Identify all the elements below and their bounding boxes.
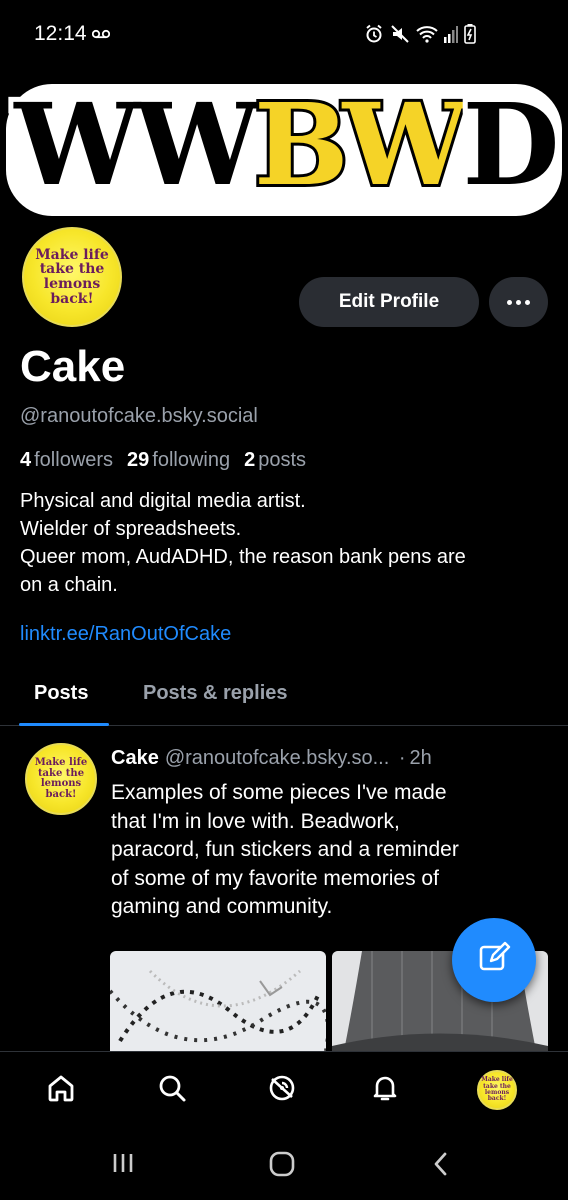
post-time: 2h bbox=[409, 747, 432, 769]
ellipsis-icon bbox=[507, 299, 530, 305]
nav-profile[interactable]: Make life take the lemons back! bbox=[475, 1068, 519, 1112]
more-options-button[interactable] bbox=[489, 277, 548, 327]
home-icon bbox=[46, 1073, 76, 1108]
post-separator: · bbox=[398, 747, 406, 769]
display-name: Cake bbox=[20, 342, 126, 391]
feeds-icon bbox=[267, 1073, 297, 1108]
posts-count: 2 bbox=[244, 449, 256, 471]
banner-text-bw: BW bbox=[254, 80, 471, 211]
profile-banner[interactable]: WWBWD bbox=[0, 70, 568, 230]
following-stat[interactable]: 29 following bbox=[127, 449, 230, 472]
post-text-line: that I'm in love with. Beadwork, bbox=[111, 809, 400, 833]
post-author-handle[interactable]: @ranoutofcake.bsky.so... bbox=[165, 747, 389, 769]
post-text-line: paracord, fun stickers and a reminder bbox=[111, 838, 459, 861]
post-author-name[interactable]: Cake bbox=[111, 747, 159, 769]
avatar-text: Make life take the lemons back! bbox=[35, 246, 109, 307]
post-text-line: gaming and community. bbox=[111, 895, 333, 918]
tab-posts-and-replies[interactable]: Posts & replies bbox=[143, 682, 288, 705]
profile-handle: @ranoutofcake.bsky.social bbox=[20, 405, 258, 427]
svg-text:WWBWD: WWBWD bbox=[13, 80, 555, 211]
alarm-icon bbox=[364, 24, 384, 49]
nav-notifications[interactable] bbox=[363, 1068, 407, 1112]
post-header: Cake @ranoutofcake.bsky.so... · 2h bbox=[111, 747, 432, 770]
voicemail-icon bbox=[91, 26, 111, 44]
posts-stat: 2 posts bbox=[244, 449, 306, 472]
following-label: following bbox=[152, 449, 231, 471]
banner-text-d: D bbox=[462, 80, 555, 211]
followers-stat[interactable]: 4 followers bbox=[20, 449, 113, 472]
status-icons bbox=[364, 24, 476, 49]
post-text-line: Examples of some pieces I've made bbox=[111, 781, 447, 804]
bio-line: Wielder of spreadsheets. bbox=[20, 518, 242, 540]
edit-profile-button[interactable]: Edit Profile bbox=[299, 277, 479, 327]
tab-posts[interactable]: Posts bbox=[34, 682, 88, 705]
banner-text-ww: WW bbox=[13, 80, 262, 211]
recents-icon[interactable] bbox=[110, 1150, 136, 1181]
bell-icon bbox=[370, 1073, 400, 1108]
posts-label: posts bbox=[258, 449, 307, 471]
nav-feeds[interactable] bbox=[260, 1068, 304, 1112]
compose-icon bbox=[477, 941, 511, 980]
profile-tabs: Posts Posts & replies bbox=[0, 664, 568, 726]
lemon-avatar-image: Make life take the lemons back! bbox=[25, 743, 97, 815]
bottom-navigation: Make life take the lemons back! bbox=[0, 1051, 568, 1129]
status-time: 12:14 bbox=[34, 22, 87, 45]
avatar-text: Make life take the lemons back! bbox=[34, 757, 88, 800]
battery-icon bbox=[464, 24, 476, 49]
system-home-icon[interactable] bbox=[268, 1150, 296, 1183]
profile-avatar[interactable]: Make life take the lemons back! bbox=[19, 224, 125, 330]
post-text: Examples of some pieces I've made that I… bbox=[111, 779, 551, 922]
followers-label: followers bbox=[34, 449, 114, 471]
nav-home[interactable] bbox=[39, 1068, 83, 1112]
following-count: 29 bbox=[127, 449, 150, 471]
post-text-line: of some of my favorite memories of bbox=[111, 866, 439, 890]
nav-search[interactable] bbox=[150, 1068, 194, 1112]
profile-bio: Physical and digital media artist. Wield… bbox=[20, 487, 550, 599]
back-icon[interactable] bbox=[430, 1150, 452, 1183]
followers-count: 4 bbox=[20, 449, 32, 471]
bio-line: Physical and digital media artist. bbox=[20, 490, 306, 512]
post-image-beadwork[interactable] bbox=[110, 951, 326, 1052]
status-bar: 12:14 bbox=[0, 0, 568, 70]
bio-line: Queer mom, AudADHD, the reason bank pens… bbox=[20, 546, 466, 568]
system-navigation-bar bbox=[0, 1130, 568, 1200]
lemon-avatar-image: Make life take the lemons back! bbox=[477, 1070, 517, 1110]
post-author-avatar[interactable]: Make life take the lemons back! bbox=[25, 743, 97, 815]
wifi-icon bbox=[416, 25, 438, 48]
mute-icon bbox=[390, 24, 410, 49]
feed-post[interactable]: Make life take the lemons back! Cake @ran… bbox=[0, 727, 568, 1052]
compose-button[interactable] bbox=[452, 918, 536, 1002]
signal-icon bbox=[444, 25, 458, 48]
lemon-avatar-image: Make life take the lemons back! bbox=[22, 227, 122, 327]
bio-line: on a chain. bbox=[20, 574, 118, 596]
profile-stats: 4 followers 29 following 2 posts bbox=[20, 449, 306, 472]
bio-link[interactable]: linktr.ee/RanOutOfCake bbox=[20, 623, 231, 646]
active-tab-indicator bbox=[19, 723, 109, 726]
avatar-text: Make life take the lemons back! bbox=[481, 1076, 513, 1103]
search-icon bbox=[157, 1073, 187, 1108]
